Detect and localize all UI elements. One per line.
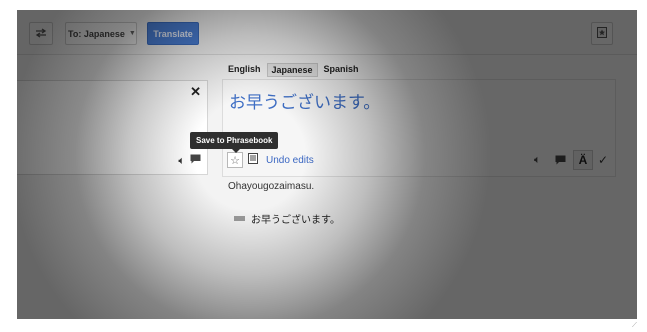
- comment-icon[interactable]: [190, 154, 201, 167]
- tab-spanish[interactable]: Spanish: [320, 63, 363, 77]
- target-language-label: To: Japanese: [68, 28, 125, 39]
- romanization-text: Ohayougozaimasu.: [228, 181, 315, 192]
- translate-button[interactable]: Translate: [147, 22, 199, 45]
- dictionary-entry: お早うございます。: [234, 211, 340, 226]
- translation-output-panel: お早うございます。 ☆ Undo edits 🔈︎ Ä ✓: [222, 79, 616, 177]
- tab-japanese[interactable]: Japanese: [266, 63, 318, 77]
- translation-text[interactable]: お早うございます。: [229, 88, 380, 113]
- close-icon[interactable]: ✕: [190, 84, 201, 100]
- chevron-down-icon: ▼: [128, 30, 136, 37]
- swap-icon: [35, 27, 47, 40]
- dictionary-entry-text: お早うございます。: [251, 215, 340, 226]
- frequency-bar-icon: [234, 216, 245, 221]
- speaker-icon[interactable]: 🔈︎: [178, 155, 185, 168]
- star-icon: ☆: [230, 154, 240, 167]
- target-language-select[interactable]: To: Japanese ▼: [65, 22, 137, 45]
- resize-grip-icon: ⟋: [632, 322, 637, 329]
- save-to-phrasebook-button[interactable]: ☆: [227, 152, 243, 168]
- romanization-icon: Ä: [578, 153, 588, 167]
- translate-app: To: Japanese ▼ Translate ✕ 🔈︎ English Ja…: [17, 10, 637, 319]
- phrasebook-icon: [597, 27, 607, 40]
- phrasebook-button[interactable]: [591, 22, 613, 45]
- source-text-panel[interactable]: ✕ 🔈︎: [17, 80, 208, 175]
- comment-icon[interactable]: [555, 155, 566, 168]
- toolbar: To: Japanese ▼ Translate: [17, 10, 637, 55]
- speaker-icon[interactable]: 🔈︎: [534, 154, 541, 167]
- romanization-toggle[interactable]: Ä: [573, 150, 593, 170]
- tab-english[interactable]: English: [224, 63, 265, 77]
- undo-edits-link[interactable]: Undo edits: [266, 155, 314, 166]
- check-icon[interactable]: ✓: [598, 153, 608, 167]
- save-to-phrasebook-tooltip: Save to Phrasebook: [190, 132, 279, 153]
- output-language-tabs: English Japanese Spanish: [224, 63, 363, 77]
- list-icon[interactable]: [248, 153, 258, 167]
- swap-languages-button[interactable]: [29, 22, 53, 45]
